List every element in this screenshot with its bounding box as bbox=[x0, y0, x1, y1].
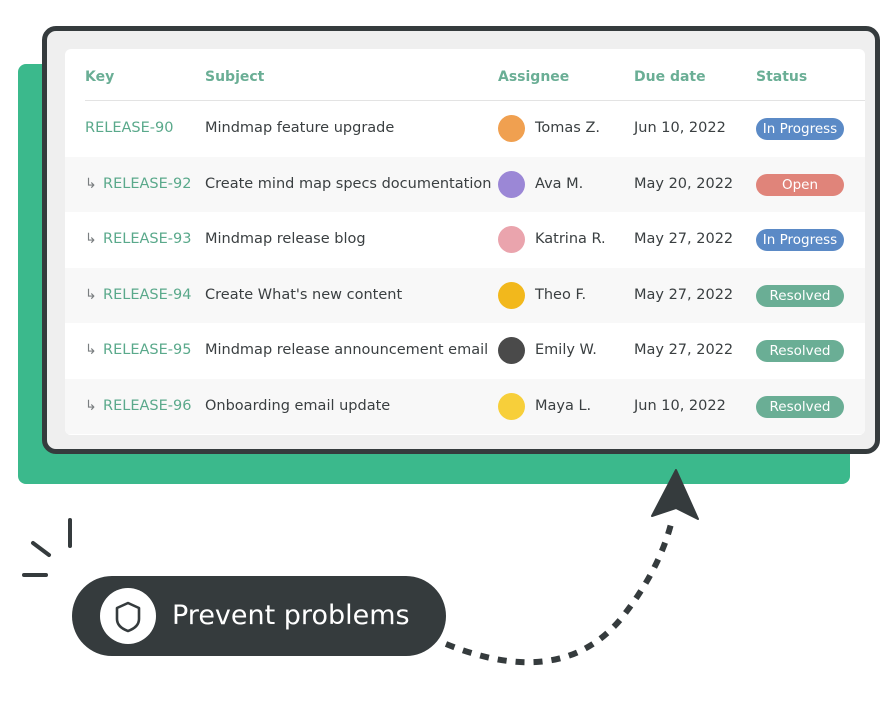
shield-icon bbox=[115, 601, 141, 633]
callout-label: Prevent problems bbox=[172, 600, 410, 631]
shield-icon-badge bbox=[100, 588, 156, 644]
arrowhead-icon bbox=[651, 469, 699, 520]
dashed-connector-arrow bbox=[444, 519, 675, 666]
prevent-problems-callout: Prevent problems bbox=[72, 576, 446, 656]
sparkle-lines-icon bbox=[22, 518, 72, 577]
